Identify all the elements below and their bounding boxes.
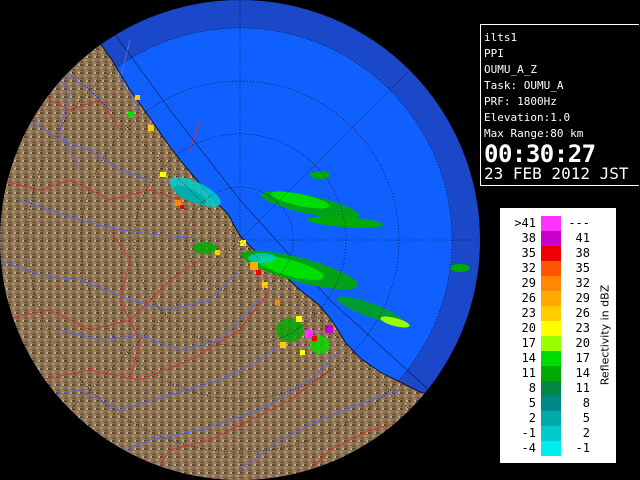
legend-color-swatch [541,426,561,441]
legend-color-swatch [541,246,561,261]
legend-high-value: 26 [575,306,590,320]
scan-type: PPI [484,47,504,60]
legend-color-swatch [541,321,561,336]
legend-color-swatch [541,306,561,321]
legend-low-value: 23 [521,306,536,320]
legend-color-swatch [541,261,561,276]
max-range-value: Max Range:80 km [484,127,584,140]
scan-date: 23 FEB 2012 JST [484,164,629,183]
legend-low-value: 11 [521,366,536,380]
legend-low-value: 38 [521,231,536,245]
radar-id: ilts1 [484,31,518,44]
legend-color-swatch [541,396,561,411]
legend-color-swatch [541,351,561,366]
reflectivity-legend: >41 --- 38 41 35 38 32 35 29 32 26 29 23 26 20 23 17 20 14… [500,208,616,463]
legend-color-swatch [541,291,561,306]
legend-high-value: 41 [575,231,590,245]
legend-color-swatch [541,231,561,246]
legend-high-value: 35 [575,261,590,275]
legend-low-value: 2 [528,411,536,425]
legend-low-value: 14 [521,351,536,365]
legend-low-value: 29 [521,276,536,290]
legend-high-value: 8 [582,396,590,410]
legend-color-swatch [541,441,561,456]
legend-color-swatch [541,336,561,351]
legend-high-value: 2 [582,426,590,440]
legend-high-value: 29 [575,291,590,305]
legend-color-swatch [541,216,561,231]
legend-high-value: 32 [575,276,590,290]
legend-high-value: 14 [575,366,590,380]
legend-low-value: 20 [521,321,536,335]
legend-low-value: 5 [528,396,536,410]
legend-color-swatch [541,381,561,396]
legend-color-swatch [541,366,561,381]
legend-low-value: 26 [521,291,536,305]
legend-caption: Reflectivity in dBZ [598,284,612,386]
legend-high-value: 5 [582,411,590,425]
product-name: OUMU_A_Z [484,63,537,76]
legend-low-value: 35 [521,246,536,260]
radar-ppi-map [0,0,480,480]
legend-high-value: 11 [575,381,590,395]
legend-low-value: 32 [521,261,536,275]
legend-high-value: 23 [575,321,590,335]
legend-low-value: -1 [521,426,536,440]
legend-low-value: -4 [521,441,536,455]
legend-color-swatch [541,276,561,291]
prf-value: PRF: 1800Hz [484,95,557,108]
legend-high-value: -1 [575,441,590,455]
legend-caption-box: Reflectivity in dBZ [596,222,614,448]
legend-low-value: 17 [521,336,536,350]
legend-high-value: 20 [575,336,590,350]
radar-info-panel: ilts1 PPI OUMU_A_Z Task: OUMU_A PRF: 180… [480,24,639,186]
legend-high-value: 38 [575,246,590,260]
legend-color-swatch [541,411,561,426]
legend-low-value: >41 [514,216,536,230]
legend-low-value: 8 [528,381,536,395]
elevation-value: Elevation:1.0 [484,111,571,124]
legend-high-value: 17 [575,351,590,365]
task-name: Task: OUMU_A [484,79,564,92]
legend-high-value: --- [568,216,590,230]
